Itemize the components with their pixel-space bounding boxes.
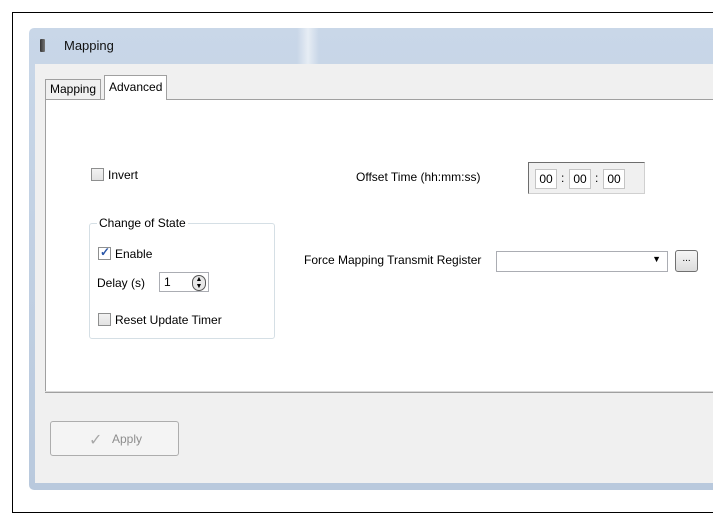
apply-button[interactable]: ✓ Apply (50, 421, 179, 456)
offset-minutes-field[interactable]: 00 (569, 169, 591, 189)
tab-advanced[interactable]: Advanced (104, 75, 168, 100)
force-mapping-register-dropdown[interactable]: ▼ (496, 251, 668, 272)
offset-time-label: Offset Time (hh:mm:ss) (356, 170, 481, 184)
mapping-window: Mapping Mapping Advanced Invert Offset T… (29, 28, 713, 490)
invert-checkbox[interactable] (91, 168, 104, 181)
window-bottom-border (29, 483, 713, 490)
delay-label: Delay (s) (97, 276, 146, 290)
change-of-state-title: Change of State (97, 216, 188, 230)
browse-button[interactable]: ... (675, 250, 698, 272)
window-title: Mapping (64, 38, 114, 53)
offset-seconds-field[interactable]: 00 (603, 169, 625, 189)
checkmark-icon: ✓ (89, 432, 103, 449)
enable-label: Enable (115, 247, 153, 261)
spin-updown-icon[interactable]: ▲ ▼ (192, 275, 206, 291)
advanced-tab-panel: Invert Offset Time (hh:mm:ss) 00 : 00 : … (45, 99, 713, 393)
force-mapping-label: Force Mapping Transmit Register (304, 253, 482, 267)
reset-update-timer-label: Reset Update Timer (115, 313, 222, 327)
chevron-down-icon: ▼ (652, 254, 661, 264)
time-separator: : (595, 171, 599, 185)
title-bar[interactable]: Mapping (29, 28, 713, 64)
checkmark-icon: ✓ (100, 245, 111, 259)
time-separator: : (561, 171, 565, 185)
apply-button-label: Apply (112, 432, 143, 446)
divider (45, 391, 713, 392)
reset-update-timer-checkbox[interactable] (98, 313, 111, 326)
app-icon (40, 39, 45, 52)
window-client-area: Mapping Advanced Invert Offset Time (hh:… (35, 64, 713, 483)
title-bar-highlight (297, 28, 319, 64)
change-of-state-group: Change of State ✓ Enable Delay (s) 1 ▲ ▼ … (89, 216, 275, 339)
delay-spinner[interactable]: 1 ▲ ▼ (159, 272, 209, 292)
invert-label: Invert (108, 168, 139, 182)
enable-checkbox[interactable]: ✓ (98, 245, 111, 260)
offset-time-picker: 00 : 00 : 00 (528, 162, 645, 194)
offset-hours-field[interactable]: 00 (535, 169, 557, 189)
tab-mapping[interactable]: Mapping (45, 79, 102, 99)
delay-value: 1 (164, 275, 171, 289)
